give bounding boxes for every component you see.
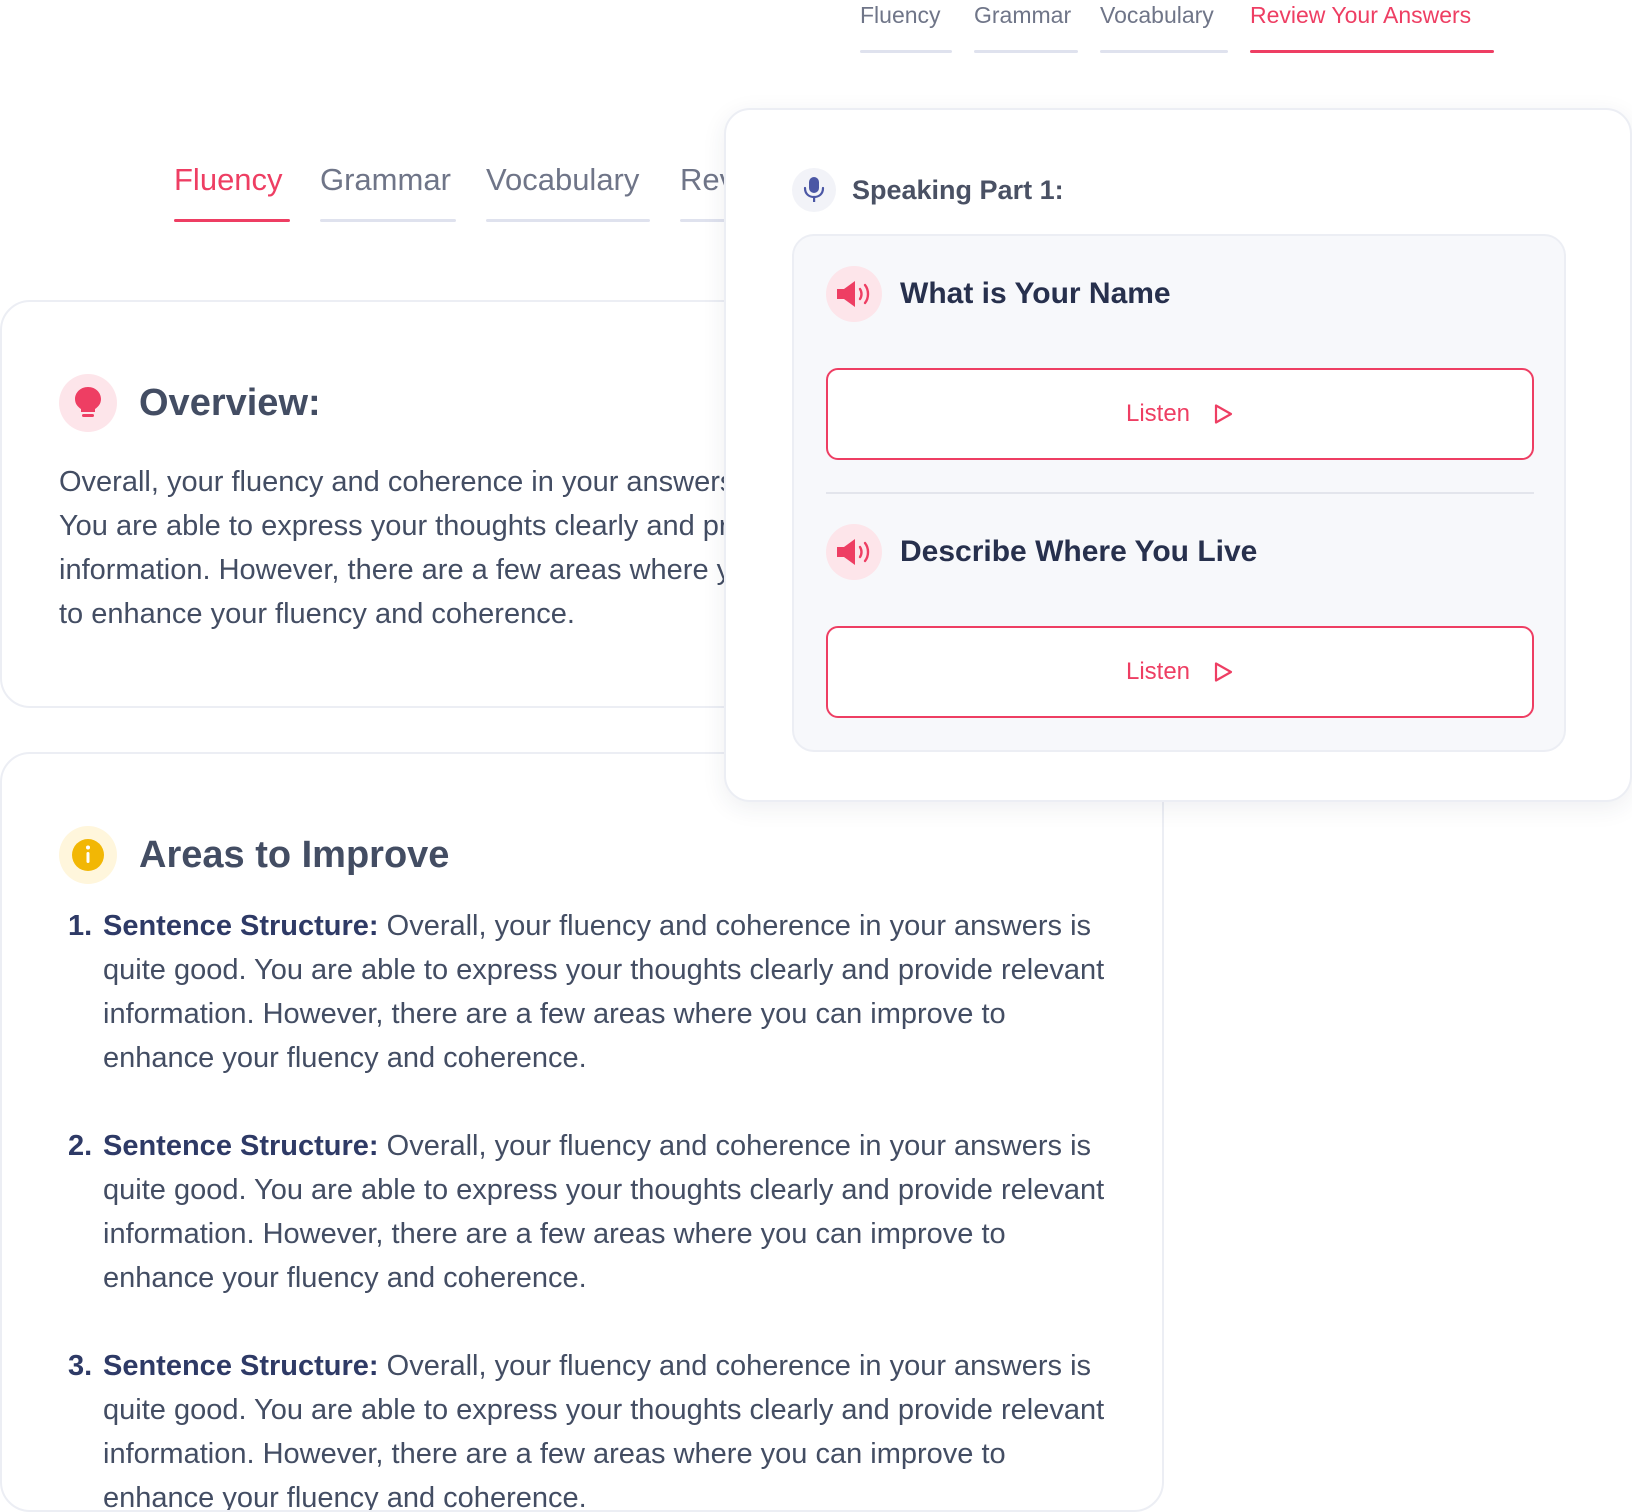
- top-tab-grammar[interactable]: Grammar: [974, 0, 1078, 53]
- item-label: Sentence Structure:: [103, 1130, 379, 1162]
- areas-to-improve-card: Areas to Improve 1. Sentence Structure: …: [0, 752, 1164, 1512]
- top-tab-vocabulary[interactable]: Vocabulary: [1100, 0, 1228, 53]
- speaking-part-popup: Speaking Part 1: What is Your Name Liste…: [724, 108, 1632, 802]
- question-row: Describe Where You Live: [826, 524, 1257, 580]
- question-row: What is Your Name: [826, 266, 1171, 322]
- top-tab-review-your-answers[interactable]: Review Your Answers: [1250, 0, 1494, 53]
- item-number: 3.: [68, 1350, 93, 1382]
- listen-label: Listen: [1125, 400, 1191, 427]
- popup-title: Speaking Part 1:: [852, 174, 1064, 205]
- tab-grammar[interactable]: Grammar: [320, 158, 456, 222]
- question-title: What is Your Name: [900, 277, 1171, 310]
- speaker-icon[interactable]: [826, 524, 882, 580]
- item-number: 2.: [68, 1130, 93, 1162]
- improve-list: 1. Sentence Structure: Overall, your flu…: [68, 904, 1108, 1510]
- item-label: Sentence Structure:: [103, 910, 379, 942]
- main-tab-bar: Fluency Grammar Vocabulary Rev: [174, 158, 770, 222]
- play-icon: [1214, 662, 1233, 682]
- play-icon: [1214, 404, 1233, 424]
- lightbulb-icon: [59, 374, 117, 432]
- overview-card: Overview: Overall, your fluency and cohe…: [0, 300, 780, 708]
- listen-label: Listen: [1125, 658, 1191, 685]
- overview-header: Overview:: [59, 374, 321, 432]
- improve-item: 2. Sentence Structure: Overall, your flu…: [68, 1124, 1108, 1300]
- tab-fluency[interactable]: Fluency: [174, 158, 290, 222]
- questions-panel: What is Your Name Listen Describe Where …: [792, 234, 1566, 752]
- overview-title: Overview:: [139, 381, 321, 424]
- question-title: Describe Where You Live: [900, 535, 1258, 568]
- improve-title: Areas to Improve: [139, 833, 450, 876]
- item-number: 1.: [68, 910, 93, 942]
- tab-vocabulary[interactable]: Vocabulary: [486, 158, 650, 222]
- info-icon: [59, 826, 117, 884]
- top-tab-bar: Fluency Grammar Vocabulary Review Your A…: [860, 0, 1494, 53]
- listen-button[interactable]: Listen: [826, 626, 1534, 718]
- popup-header: Speaking Part 1:: [792, 168, 1064, 212]
- improve-item: 1. Sentence Structure: Overall, your flu…: [68, 904, 1108, 1080]
- improve-item: 3. Sentence Structure: Overall, your flu…: [68, 1344, 1108, 1510]
- top-tab-fluency[interactable]: Fluency: [860, 0, 952, 53]
- listen-button[interactable]: Listen: [826, 368, 1534, 460]
- question-divider: [826, 492, 1534, 494]
- improve-header: Areas to Improve: [59, 826, 449, 884]
- item-label: Sentence Structure:: [103, 1350, 379, 1382]
- speaker-icon[interactable]: [826, 266, 882, 322]
- microphone-icon: [792, 168, 836, 212]
- overview-text: Overall, your fluency and coherence in y…: [59, 466, 778, 630]
